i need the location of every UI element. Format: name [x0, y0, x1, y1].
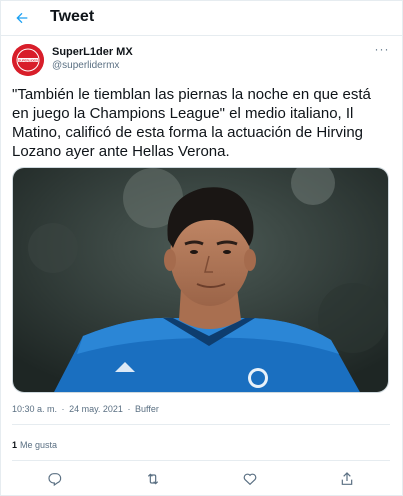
likes-count: 1 [12, 440, 18, 450]
page-header: Tweet [0, 0, 403, 36]
author-display-name[interactable]: SuperL1der MX [52, 46, 133, 58]
reply-button[interactable] [43, 468, 67, 490]
meta-separator: · [127, 404, 131, 414]
author-handle[interactable]: @superlidermx [52, 60, 119, 71]
page-title: Tweet [50, 8, 95, 25]
retweet-icon [147, 473, 159, 485]
like-icon [243, 473, 257, 486]
tweet-media[interactable] [12, 167, 389, 393]
like-button[interactable] [238, 468, 262, 490]
avatar[interactable]: SUPERLIDER [12, 44, 44, 76]
share-button[interactable] [335, 468, 359, 490]
share-icon [341, 472, 353, 485]
meta-separator: · [61, 404, 65, 414]
likes-label: Me gusta [20, 440, 58, 450]
reply-icon [48, 473, 62, 487]
tweet-source[interactable]: Buffer [135, 404, 159, 414]
more-icon: ··· [374, 42, 390, 56]
arrow-left-icon [16, 12, 28, 24]
retweet-button[interactable] [141, 468, 165, 490]
superlider-logo-icon: SUPERLIDER [12, 44, 44, 76]
tweet-meta: 10:30 a. m. · 24 may. 2021 · Buffer [12, 404, 161, 414]
player-photo [13, 168, 388, 392]
tweet-text: "También le tiemblan las piernas la noch… [12, 86, 371, 160]
back-button[interactable] [8, 4, 36, 32]
svg-text:SUPERLIDER: SUPERLIDER [18, 58, 38, 62]
divider [12, 424, 390, 425]
tweet-time[interactable]: 10:30 a. m. [12, 404, 57, 414]
likes-stat[interactable]: 1 Me gusta [12, 440, 57, 450]
tweet-date[interactable]: 24 may. 2021 [69, 404, 123, 414]
divider [12, 460, 390, 461]
more-options-button[interactable]: ··· [374, 42, 390, 56]
